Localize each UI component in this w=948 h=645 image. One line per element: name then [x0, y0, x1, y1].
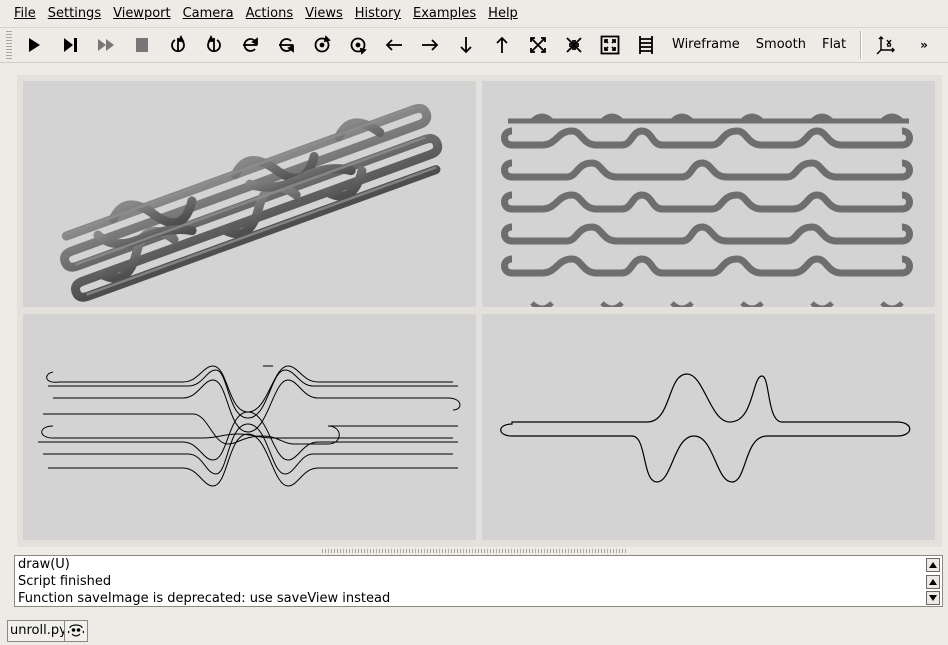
- smooth-button[interactable]: Smooth: [748, 29, 814, 61]
- arrow-left-icon: [385, 39, 402, 51]
- menu-settings-label: Settings: [47, 6, 102, 21]
- menu-camera-label: Camera: [182, 6, 234, 21]
- splitter-handle[interactable]: [322, 549, 628, 553]
- menu-file-label: File: [14, 6, 36, 21]
- rotate-ccw-button[interactable]: [340, 29, 376, 61]
- viewport-contour[interactable]: [482, 314, 935, 540]
- arrow-down-icon: [460, 37, 472, 54]
- rotate-right-icon: [171, 34, 185, 53]
- menu-viewport[interactable]: Viewport: [107, 0, 177, 27]
- wireframe-button[interactable]: Wireframe: [664, 29, 748, 61]
- contour-line: [500, 373, 911, 483]
- toolbar-more-button[interactable]: »: [920, 38, 928, 52]
- smiley-icon: [67, 624, 85, 637]
- zoom-all-icon: [600, 35, 620, 55]
- stop-button[interactable]: [124, 29, 160, 61]
- menu-history-label: History: [354, 6, 401, 21]
- play-icon: [29, 38, 40, 52]
- menu-actions-label: Actions: [245, 6, 294, 21]
- rotate-down-icon: [279, 38, 294, 53]
- menu-file[interactable]: File: [8, 0, 42, 27]
- console-line: Script finished: [18, 574, 112, 589]
- viewport-centerlines[interactable]: [23, 314, 476, 540]
- console-lines: draw(U) Script finished Function saveIma…: [18, 556, 922, 607]
- zoom-all-button[interactable]: [592, 29, 628, 61]
- menu-help-label: Help: [488, 6, 518, 21]
- unrolled-mesh-render: [501, 113, 913, 307]
- zoom-out-button[interactable]: [556, 29, 592, 61]
- stent-3d-render: [60, 103, 443, 302]
- axes-button[interactable]: [868, 29, 904, 61]
- smiley-button[interactable]: [64, 620, 88, 642]
- rotate-up-icon: [243, 37, 258, 52]
- play-button[interactable]: [16, 29, 52, 61]
- scroll-up-button[interactable]: [926, 558, 940, 572]
- menu-views[interactable]: Views: [299, 0, 349, 27]
- rotate-left-icon: [207, 34, 221, 53]
- scroll-up-icon: [929, 562, 937, 568]
- menu-examples-label: Examples: [413, 6, 477, 21]
- toolbar: Wireframe Smooth Flat »: [0, 27, 948, 63]
- console-line: draw(U): [18, 557, 70, 572]
- pan-left-button[interactable]: [376, 29, 412, 61]
- continue-button[interactable]: [88, 29, 124, 61]
- axes-icon: [876, 36, 896, 55]
- console-output[interactable]: draw(U) Script finished Function saveIma…: [14, 555, 943, 607]
- rotate-up-button[interactable]: [232, 29, 268, 61]
- current-file-label: unroll.py: [7, 620, 70, 642]
- scroll-up-icon: [929, 579, 937, 585]
- scroll-down-icon: [929, 595, 937, 601]
- scroll-down-button[interactable]: [926, 591, 940, 605]
- stop-icon: [136, 38, 148, 52]
- viewport-area: [17, 75, 942, 547]
- menu-camera[interactable]: Camera: [177, 0, 240, 27]
- rotate-left-button[interactable]: [196, 29, 232, 61]
- rotate-ccw-icon: [350, 37, 367, 55]
- toolbar-grip[interactable]: [6, 31, 12, 59]
- arrow-right-icon: [422, 39, 439, 51]
- menu-views-label: Views: [305, 6, 343, 21]
- flat-button[interactable]: Flat: [814, 29, 854, 61]
- menu-actions[interactable]: Actions: [240, 0, 300, 27]
- ruler-icon: [639, 36, 653, 54]
- rotate-cw-icon: [314, 35, 331, 53]
- status-bar: unroll.py: [0, 614, 948, 645]
- zoom-out-icon: [566, 37, 582, 53]
- console-line: Function saveImage is deprecated: use sa…: [18, 591, 391, 606]
- contour-render: [500, 373, 911, 483]
- rotate-right-button[interactable]: [160, 29, 196, 61]
- zoom-in-button[interactable]: [520, 29, 556, 61]
- rotate-cw-button[interactable]: [304, 29, 340, 61]
- menu-help[interactable]: Help: [482, 0, 524, 27]
- viewport-3d-stent[interactable]: [23, 81, 476, 307]
- menu-history[interactable]: History: [349, 0, 407, 27]
- pan-right-button[interactable]: [412, 29, 448, 61]
- scroll-page-button[interactable]: [926, 575, 940, 589]
- centerlines-render: [38, 365, 461, 487]
- rotate-down-button[interactable]: [268, 29, 304, 61]
- ruler-button[interactable]: [628, 29, 664, 61]
- menu-examples[interactable]: Examples: [407, 0, 482, 27]
- arrow-up-icon: [496, 36, 508, 53]
- viewport-unrolled-mesh[interactable]: [482, 81, 935, 307]
- pan-up-button[interactable]: [484, 29, 520, 61]
- menu-viewport-label: Viewport: [113, 6, 171, 21]
- zoom-in-icon: [530, 37, 546, 53]
- pan-down-button[interactable]: [448, 29, 484, 61]
- step-icon: [64, 38, 77, 52]
- step-button[interactable]: [52, 29, 88, 61]
- toolbar-separator: [860, 31, 863, 59]
- continue-icon: [98, 39, 114, 51]
- menu-settings[interactable]: Settings: [42, 0, 107, 27]
- menu-bar: File Settings Viewport Camera Actions Vi…: [0, 0, 948, 27]
